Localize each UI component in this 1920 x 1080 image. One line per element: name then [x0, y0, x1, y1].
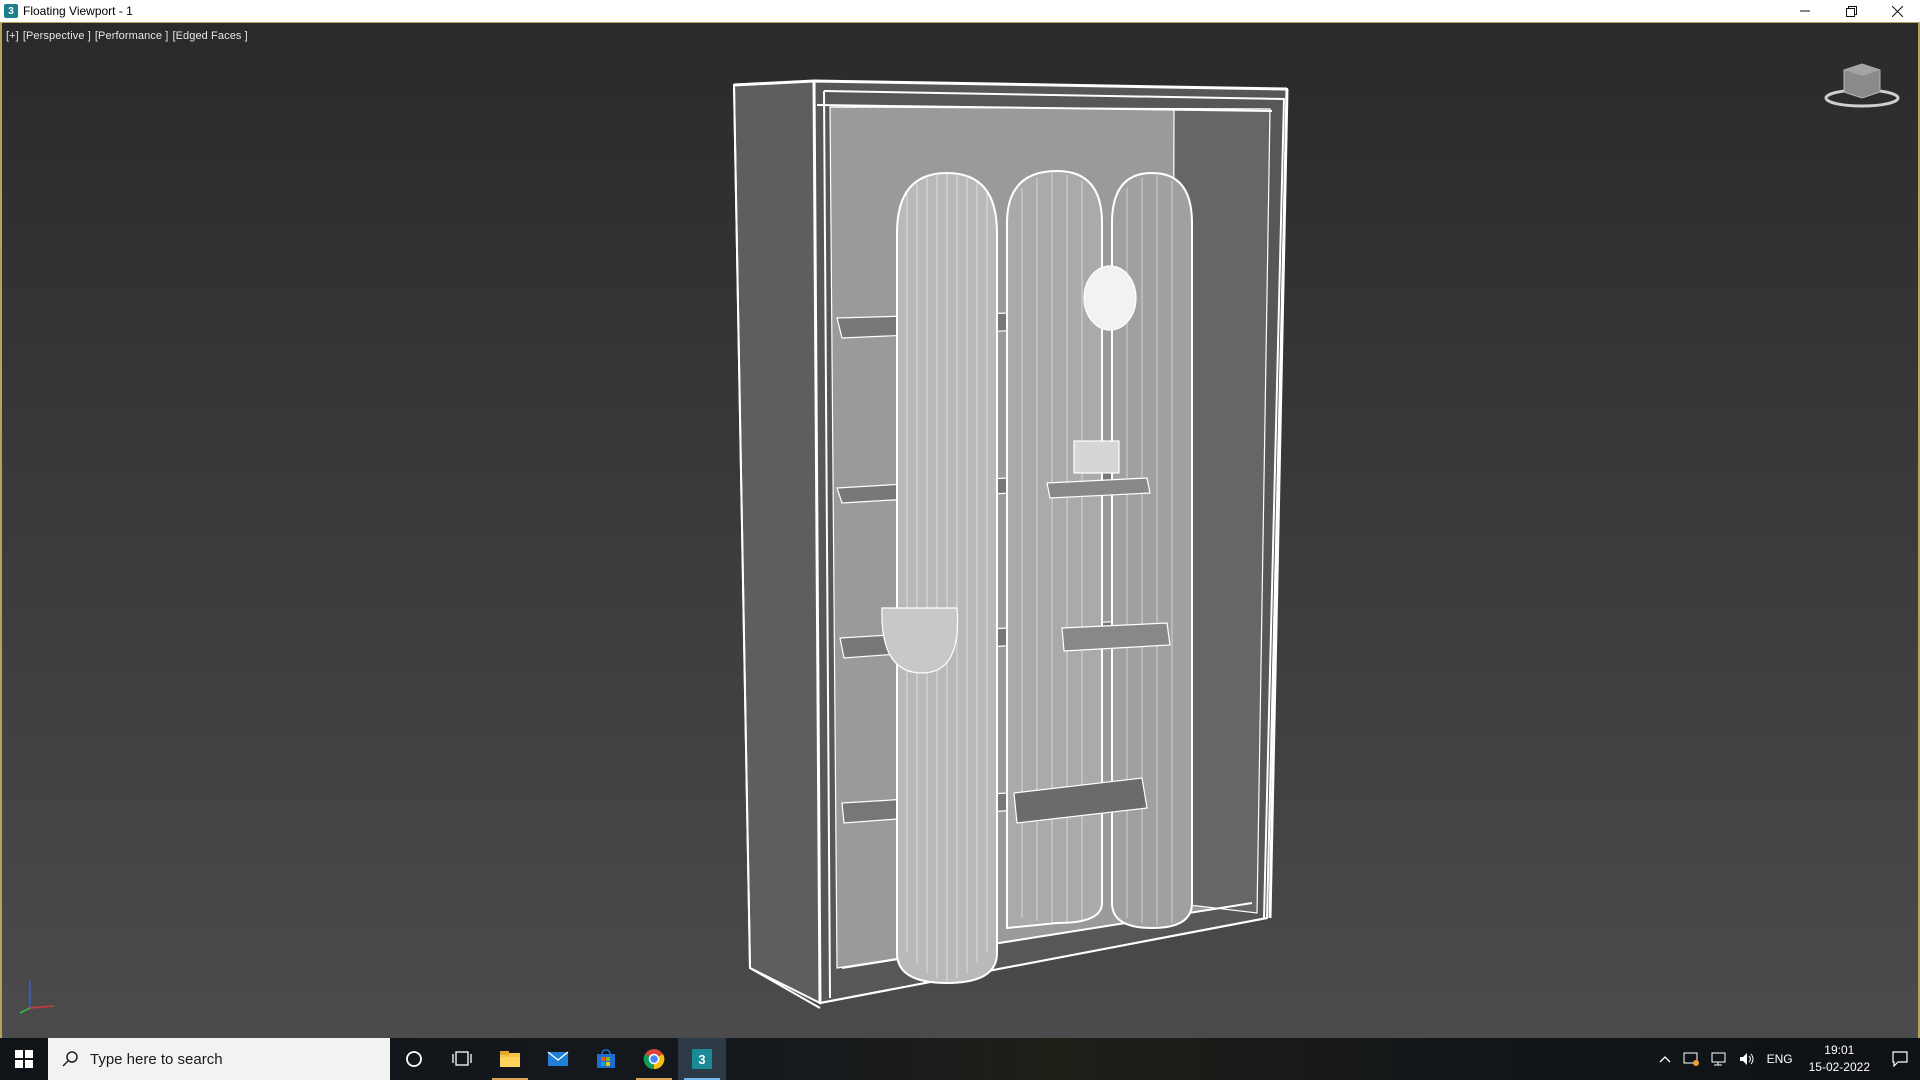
- window-title-bar[interactable]: 3 Floating Viewport - 1: [0, 0, 1920, 23]
- wireframe-cabinet-model: [732, 79, 1289, 1009]
- microsoft-store-button[interactable]: [582, 1038, 630, 1080]
- show-hidden-icons-button[interactable]: [1653, 1038, 1677, 1080]
- window-title: Floating Viewport - 1: [23, 4, 133, 18]
- chrome-button[interactable]: [630, 1038, 678, 1080]
- file-explorer-button[interactable]: [486, 1038, 534, 1080]
- language-label: ENG: [1766, 1052, 1793, 1066]
- update-tray-button[interactable]: [1677, 1038, 1705, 1080]
- 3dsmax-button[interactable]: 3: [678, 1038, 726, 1080]
- network-icon: [1711, 1052, 1726, 1066]
- network-button[interactable]: [1705, 1038, 1733, 1080]
- cortana-icon: [406, 1051, 422, 1067]
- taskbar-search-box[interactable]: Type here to search: [48, 1038, 390, 1080]
- search-icon: [62, 1051, 78, 1067]
- windows-taskbar: Type here to search 3 ENG 19:01 15-02-20…: [0, 1038, 1920, 1080]
- volume-button[interactable]: [1733, 1038, 1761, 1080]
- microsoft-store-icon: [597, 1049, 615, 1068]
- minimize-button[interactable]: [1782, 0, 1828, 22]
- 3dsmax-icon: 3: [692, 1049, 712, 1069]
- window-controls: [1782, 0, 1920, 22]
- clock[interactable]: 19:01 15-02-2022: [1799, 1042, 1880, 1076]
- action-center-button[interactable]: [1880, 1038, 1920, 1080]
- update-notification-icon: [1683, 1052, 1699, 1066]
- viewport-shading-label[interactable]: [Performance ]: [95, 30, 169, 42]
- viewport-display-label[interactable]: [Edged Faces ]: [172, 30, 247, 42]
- cortana-button[interactable]: [390, 1038, 438, 1080]
- mail-icon: [547, 1051, 569, 1066]
- viewport-label[interactable]: [+] [Perspective ] [Performance ] [Edged Fa…: [6, 30, 252, 42]
- restore-icon: [1845, 5, 1857, 17]
- file-explorer-icon: [500, 1051, 520, 1067]
- perspective-viewport[interactable]: [+] [Perspective ] [Performance ] [Edged Fa…: [0, 23, 1920, 1038]
- svg-text:3: 3: [698, 1052, 705, 1067]
- system-tray: ENG 19:01 15-02-2022: [1653, 1038, 1920, 1080]
- chevron-up-icon: [1659, 1056, 1671, 1063]
- notification-icon: [1892, 1051, 1908, 1067]
- mail-button[interactable]: [534, 1038, 582, 1080]
- app-icon[interactable]: 3: [4, 4, 18, 18]
- clock-date: 15-02-2022: [1808, 1060, 1870, 1074]
- restore-button[interactable]: [1828, 0, 1874, 22]
- task-view-icon: [452, 1051, 472, 1066]
- clock-time: 19:01: [1824, 1043, 1855, 1057]
- language-indicator[interactable]: ENG: [1761, 1038, 1799, 1080]
- chrome-icon: [643, 1049, 665, 1070]
- viewport-menu-label[interactable]: [+]: [6, 30, 19, 42]
- volume-icon: [1739, 1053, 1754, 1065]
- viewport-view-label[interactable]: [Perspective ]: [23, 30, 91, 42]
- minimize-icon: [1800, 10, 1810, 12]
- windows-logo-icon: [15, 1050, 33, 1068]
- close-icon: [1891, 5, 1903, 17]
- task-view-button[interactable]: [438, 1038, 486, 1080]
- axis-tripod-icon: [19, 981, 55, 1014]
- search-placeholder: Type here to search: [90, 1050, 223, 1068]
- close-button[interactable]: [1874, 0, 1920, 22]
- start-button[interactable]: [0, 1038, 48, 1080]
- viewcube-navigator[interactable]: [1822, 58, 1902, 108]
